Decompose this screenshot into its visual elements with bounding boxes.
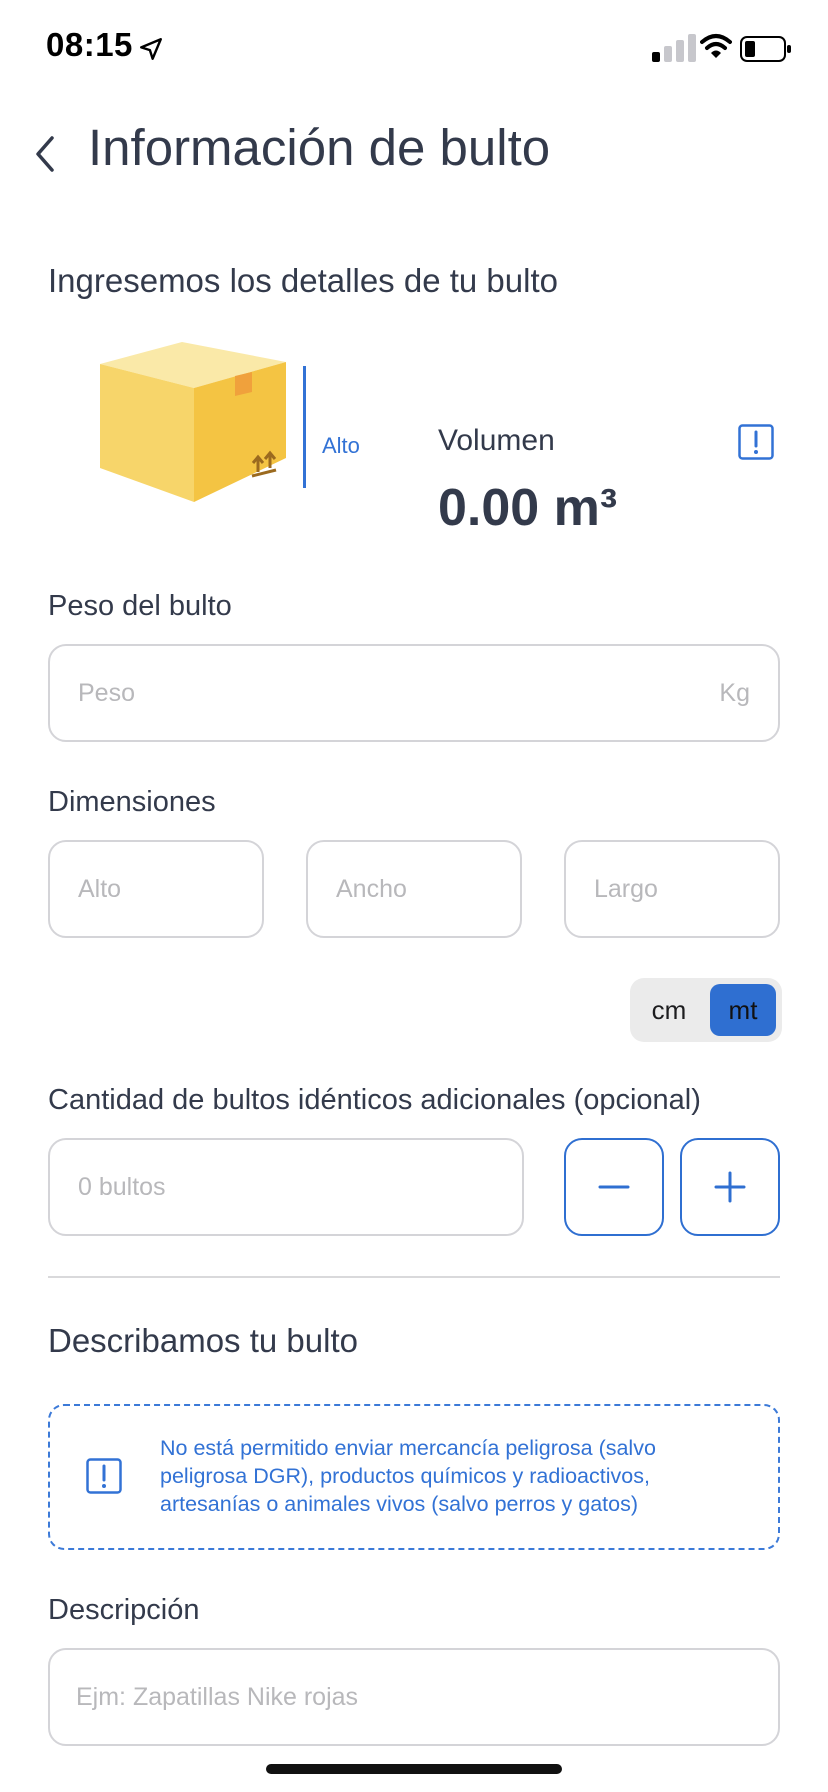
volume-label: Volumen — [438, 424, 555, 457]
description-field[interactable] — [48, 1648, 780, 1746]
plus-icon — [714, 1171, 746, 1203]
weight-unit: Kg — [719, 678, 750, 707]
height-indicator-label: Alto — [322, 433, 360, 458]
battery-icon — [740, 36, 791, 62]
back-chevron-icon[interactable] — [30, 132, 64, 176]
volume-value: 0.00 m³ — [438, 479, 618, 537]
location-arrow-icon — [140, 38, 162, 60]
weight-input[interactable] — [50, 678, 720, 708]
quantity-label: Cantidad de bultos idénticos adicionales… — [48, 1084, 701, 1116]
height-field[interactable] — [48, 840, 264, 938]
notice-text: No está permitido enviar mercancía pelig… — [160, 1436, 656, 1516]
minus-icon — [598, 1185, 630, 1189]
info-icon — [86, 1458, 122, 1494]
dimensions-label: Dimensiones — [48, 786, 216, 818]
page-title: Información de bulto — [88, 119, 551, 176]
description-label: Descripción — [48, 1594, 200, 1626]
section-heading-details: Ingresemos los detalles de tu bulto — [48, 262, 558, 299]
package-box-icon — [100, 342, 286, 502]
weight-label: Peso del bulto — [48, 590, 232, 622]
info-icon[interactable] — [738, 424, 774, 460]
section-divider — [48, 1276, 780, 1278]
section-heading-describe: Describamos tu bulto — [48, 1322, 358, 1359]
decrease-quantity-button[interactable] — [564, 1138, 664, 1236]
home-indicator — [266, 1764, 562, 1774]
status-time: 08:15 — [46, 26, 133, 63]
unit-option-mt[interactable]: mt — [710, 984, 776, 1036]
length-field[interactable] — [564, 840, 780, 938]
weight-field[interactable]: Kg — [48, 644, 780, 742]
quantity-input[interactable] — [50, 1172, 522, 1202]
quantity-field[interactable] — [48, 1138, 524, 1236]
increase-quantity-button[interactable] — [680, 1138, 780, 1236]
height-input[interactable] — [50, 874, 262, 904]
height-indicator-line — [303, 366, 306, 488]
length-input[interactable] — [566, 874, 778, 904]
unit-toggle: cm mt — [630, 978, 782, 1042]
description-input[interactable] — [50, 1682, 778, 1712]
wifi-icon — [700, 34, 732, 58]
width-input[interactable] — [308, 874, 520, 904]
unit-option-cm[interactable]: cm — [636, 984, 702, 1036]
width-field[interactable] — [306, 840, 522, 938]
